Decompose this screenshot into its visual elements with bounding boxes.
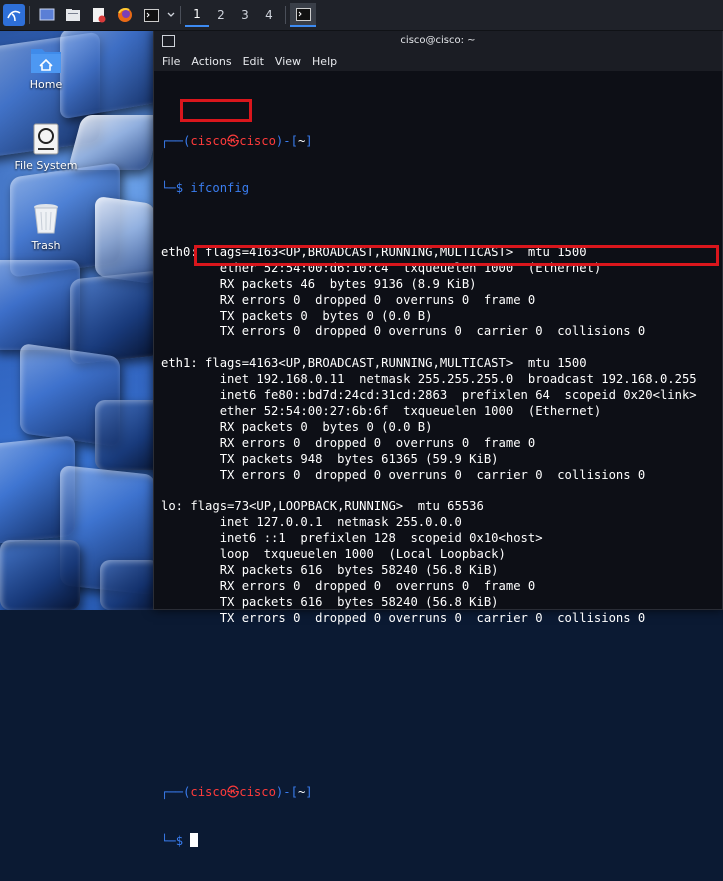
menu-file[interactable]: File	[162, 55, 180, 68]
highlight-inet-box	[194, 245, 719, 266]
prompt-host: cisco	[239, 133, 276, 148]
panel-separator	[29, 6, 30, 24]
desktop-icon-home[interactable]: Home	[6, 44, 86, 91]
text-editor-icon[interactable]	[86, 3, 112, 27]
desktop-icon-label: Home	[29, 78, 63, 91]
desktop-icon-label: Trash	[31, 239, 61, 252]
output-line: TX packets 948 bytes 61365 (59.9 KiB)	[161, 451, 499, 466]
output-line: eth1: flags=4163<UP,BROADCAST,RUNNING,MU…	[161, 356, 587, 371]
prompt-dir: ~	[297, 785, 306, 800]
output-line: RX errors 0 dropped 0 overruns 0 frame 0	[161, 435, 536, 450]
home-folder-icon	[31, 49, 61, 73]
prompt-symbol: $	[175, 834, 184, 849]
highlight-command-box	[180, 99, 252, 122]
workspace-1-button[interactable]: 1	[185, 3, 209, 27]
menu-help[interactable]: Help	[312, 55, 337, 68]
prompt-at: ㉿	[227, 133, 240, 148]
panel-separator	[285, 6, 286, 24]
terminal-output-area[interactable]: ┌──(cisco㉿cisco)-[~] └─$ ifconfig eth0: …	[161, 86, 720, 881]
output-line: TX errors 0 dropped 0 overruns 0 carrier…	[161, 324, 646, 339]
prompt-host: cisco	[239, 785, 276, 800]
output-line: inet6 fe80::bd7d:24cd:31cd:2863 prefixle…	[161, 388, 697, 403]
panel-separator	[180, 6, 181, 24]
workspace-4-button[interactable]: 4	[257, 3, 281, 27]
output-line: RX packets 46 bytes 9136 (8.9 KiB)	[161, 276, 477, 291]
output-line: RX packets 616 bytes 58240 (56.8 KiB)	[161, 562, 499, 577]
input-line[interactable]: └─$	[161, 833, 720, 849]
prompt-line: ┌──(cisco㉿cisco)-[~]	[161, 785, 313, 800]
drive-icon	[33, 123, 59, 155]
prompt-at: ㉿	[227, 785, 240, 800]
output-line: inet6 ::1 prefixlen 128 scopeid 0x10<hos…	[161, 531, 543, 546]
output-line: TX packets 0 bytes 0 (0.0 B)	[161, 308, 433, 323]
file-manager-icon[interactable]	[60, 3, 86, 27]
workspace-2-button[interactable]: 2	[209, 3, 233, 27]
trash-icon	[34, 204, 58, 234]
output-line: inet 127.0.0.1 netmask 255.0.0.0	[161, 515, 462, 530]
output-line: TX errors 0 dropped 0 overruns 0 carrier…	[161, 610, 646, 625]
output-line: RX errors 0 dropped 0 overruns 0 frame 0	[161, 292, 536, 307]
output-line: TX errors 0 dropped 0 overruns 0 carrier…	[161, 467, 646, 482]
kali-menu-icon[interactable]	[3, 4, 25, 26]
output-line: TX packets 616 bytes 58240 (56.8 KiB)	[161, 594, 499, 609]
output-line: loop txqueuelen 1000 (Local Loopback)	[161, 546, 506, 561]
desktop-icon-file-system[interactable]: File System	[6, 123, 86, 172]
chevron-down-icon[interactable]	[166, 3, 176, 27]
terminal-icon[interactable]	[138, 3, 164, 27]
text-cursor	[190, 833, 199, 848]
prompt-user: cisco	[190, 133, 228, 148]
terminal-task-button[interactable]	[290, 3, 316, 27]
menu-edit[interactable]: Edit	[243, 55, 264, 68]
prompt-user: cisco	[190, 785, 228, 800]
output-line: lo: flags=73<UP,LOOPBACK,RUNNING> mtu 65…	[161, 499, 484, 514]
menu-view[interactable]: View	[275, 55, 301, 68]
top-panel: 1 2 3 4	[0, 0, 723, 31]
terminal-menubar: File Actions Edit View Help	[154, 51, 722, 71]
workspace-3-button[interactable]: 3	[233, 3, 257, 27]
command-line: └─$ ifconfig	[161, 181, 250, 196]
firefox-icon[interactable]	[112, 3, 138, 27]
output-line: RX errors 0 dropped 0 overruns 0 frame 0	[161, 578, 536, 593]
command-output: eth0: flags=4163<UP,BROADCAST,RUNNING,MU…	[161, 245, 720, 626]
menu-actions[interactable]: Actions	[191, 55, 231, 68]
show-desktop-icon[interactable]	[34, 3, 60, 27]
command-text: ifconfig	[190, 181, 250, 196]
desktop-icon-label: File System	[14, 159, 78, 172]
output-line: ether 52:54:00:27:6b:6f txqueuelen 1000 …	[161, 403, 602, 418]
output-line: RX packets 0 bytes 0 (0.0 B)	[161, 419, 433, 434]
prompt-line: ┌──(cisco㉿cisco)-[~]	[161, 133, 313, 148]
terminal-titlebar[interactable]: cisco@cisco: ~	[154, 31, 722, 51]
desktop-icon-trash[interactable]: Trash	[6, 203, 86, 252]
output-line: inet 192.168.0.11 netmask 255.255.255.0 …	[161, 372, 697, 387]
window-title: cisco@cisco: ~	[400, 35, 476, 46]
